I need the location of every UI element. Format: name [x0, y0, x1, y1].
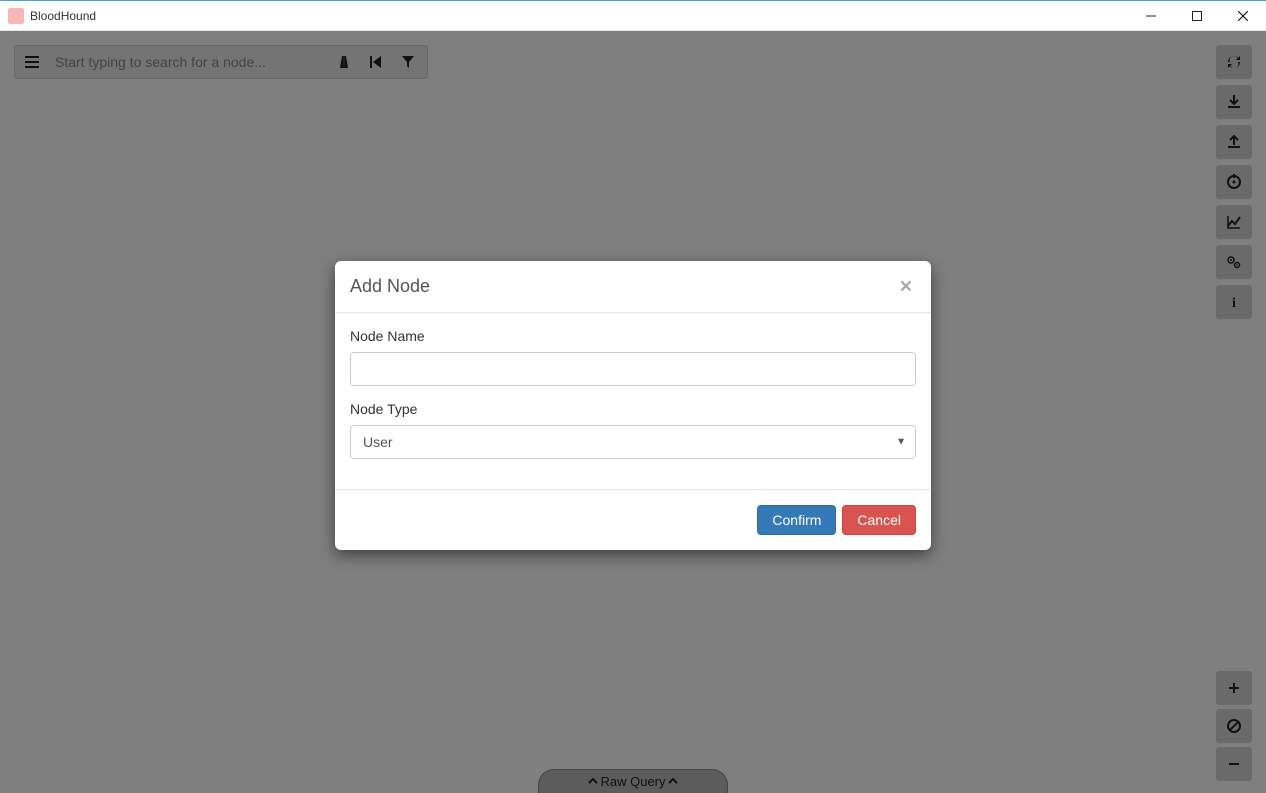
- modal-footer: Confirm Cancel: [335, 489, 931, 550]
- modal-close-button[interactable]: ×: [896, 276, 916, 297]
- add-node-modal: Add Node × Node Name Node Type User ▼: [335, 261, 931, 550]
- node-type-group: Node Type User ▼: [350, 401, 916, 459]
- window-titlebar: BloodHound: [0, 0, 1266, 31]
- app-icon: [8, 8, 24, 24]
- confirm-button[interactable]: Confirm: [757, 505, 836, 535]
- cancel-button[interactable]: Cancel: [842, 505, 916, 535]
- modal-body: Node Name Node Type User ▼: [335, 313, 931, 489]
- modal-overlay: Add Node × Node Name Node Type User ▼: [0, 31, 1266, 793]
- maximize-icon: [1192, 11, 1202, 21]
- node-name-input[interactable]: [350, 352, 916, 386]
- window-title: BloodHound: [30, 9, 96, 23]
- node-type-select[interactable]: User: [350, 425, 916, 459]
- node-type-label: Node Type: [350, 401, 916, 417]
- minimize-button[interactable]: [1128, 1, 1174, 30]
- app-area: i Raw Query: [0, 31, 1266, 793]
- maximize-button[interactable]: [1174, 1, 1220, 30]
- modal-title: Add Node: [350, 276, 430, 297]
- node-name-group: Node Name: [350, 328, 916, 386]
- modal-header: Add Node ×: [335, 261, 931, 313]
- window-controls: [1128, 1, 1266, 30]
- close-icon: [1238, 11, 1248, 21]
- node-name-label: Node Name: [350, 328, 916, 344]
- minimize-icon: [1146, 11, 1156, 21]
- close-button[interactable]: [1220, 1, 1266, 30]
